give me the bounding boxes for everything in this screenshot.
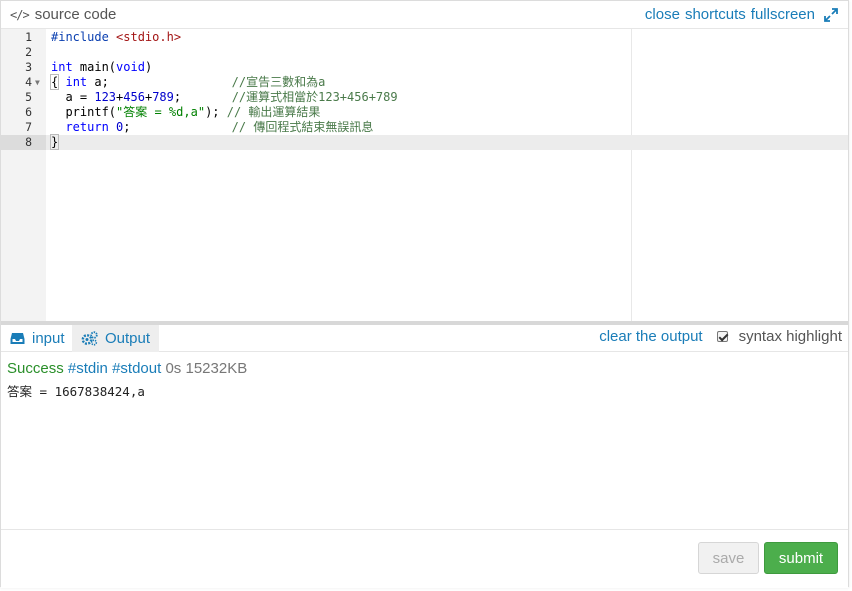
io-options: clear the output syntax highlight bbox=[599, 328, 842, 345]
line-number: 1 bbox=[25, 30, 32, 44]
source-code-label: source code bbox=[34, 6, 117, 23]
io-header: input Output clear the output syntax hig… bbox=[1, 325, 848, 352]
exec-time: 0s bbox=[165, 360, 182, 377]
program-output: 答案 = 1667838424,a bbox=[7, 384, 145, 399]
submit-button[interactable]: submit bbox=[764, 542, 838, 574]
source-code-header: </> source code close shortcuts fullscre… bbox=[1, 1, 848, 29]
gears-icon bbox=[81, 331, 98, 346]
line-number: 2 bbox=[25, 45, 32, 59]
tab-output-label: Output bbox=[105, 330, 151, 347]
code-text: printf("答案 = %d,a"); // 輸出運算結果 bbox=[51, 105, 321, 119]
line-number: 3 bbox=[25, 60, 32, 74]
code-line: 3 int main(void) bbox=[1, 60, 848, 75]
fold-arrow-icon[interactable]: ▼ bbox=[35, 75, 40, 90]
status-success: Success bbox=[7, 360, 64, 377]
code-editor[interactable]: 1 #include <stdio.h> 2 3 int main(void) … bbox=[1, 29, 848, 321]
code-text: int main(void) bbox=[51, 60, 153, 74]
code-line: 1 #include <stdio.h> bbox=[1, 30, 848, 45]
close-link[interactable]: close bbox=[645, 6, 680, 23]
tab-input[interactable]: input bbox=[1, 325, 74, 352]
line-number: 8 bbox=[1, 135, 46, 150]
fullscreen-link[interactable]: fullscreen bbox=[751, 6, 815, 23]
code-icon: </> bbox=[10, 7, 30, 22]
code-line: 5 a = 123+456+789; //運算式相當於123+456+789 bbox=[1, 90, 848, 105]
code-line: 4 ▼ { int a; //宣告三數和為a bbox=[1, 74, 848, 90]
line-number: 5 bbox=[25, 90, 32, 104]
code-text: } bbox=[49, 134, 60, 150]
syntax-highlight-label: syntax highlight bbox=[738, 328, 842, 345]
source-actions: close shortcuts fullscreen bbox=[645, 6, 838, 23]
ideone-editor-panel: </> source code close shortcuts fullscre… bbox=[0, 0, 849, 588]
code-text: #include <stdio.h> bbox=[51, 30, 182, 44]
result-status-line: Success #stdin #stdout 0s 15232KB bbox=[7, 360, 842, 377]
source-code-title: </> source code bbox=[10, 6, 116, 23]
save-button[interactable]: save bbox=[698, 542, 759, 574]
stdout-link[interactable]: #stdout bbox=[112, 360, 161, 377]
memory-usage: 15232KB bbox=[185, 360, 248, 377]
inbox-icon bbox=[10, 333, 25, 344]
line-number: 6 bbox=[25, 105, 32, 119]
code-text: return 0; // 傳回程式結束無誤訊息 bbox=[65, 120, 374, 134]
shortcuts-link[interactable]: shortcuts bbox=[685, 6, 746, 23]
output-panel: Success #stdin #stdout 0s 15232KB 答案 = 1… bbox=[1, 353, 848, 529]
line-number: 4 bbox=[25, 75, 32, 89]
text-cursor bbox=[58, 135, 60, 149]
code-text: a = 123+456+789; //運算式相當於123+456+789 bbox=[51, 90, 398, 104]
code-line-active: 8 } bbox=[1, 134, 848, 150]
code-line: 7 return 0; // 傳回程式結束無誤訊息 bbox=[1, 120, 848, 135]
clear-output-link[interactable]: clear the output bbox=[599, 328, 702, 345]
footer-actions: save submit bbox=[1, 529, 848, 588]
tab-input-label: input bbox=[32, 330, 65, 347]
line-number: 7 bbox=[25, 120, 32, 134]
expand-icon[interactable] bbox=[824, 7, 838, 22]
syntax-highlight-checkbox[interactable] bbox=[716, 331, 728, 342]
tab-output[interactable]: Output bbox=[72, 325, 160, 352]
stdin-link[interactable]: #stdin bbox=[68, 360, 108, 377]
code-text: { int a; //宣告三數和為a bbox=[49, 74, 326, 90]
code-line: 2 bbox=[1, 45, 848, 60]
code-line: 6 printf("答案 = %d,a"); // 輸出運算結果 bbox=[1, 105, 848, 120]
